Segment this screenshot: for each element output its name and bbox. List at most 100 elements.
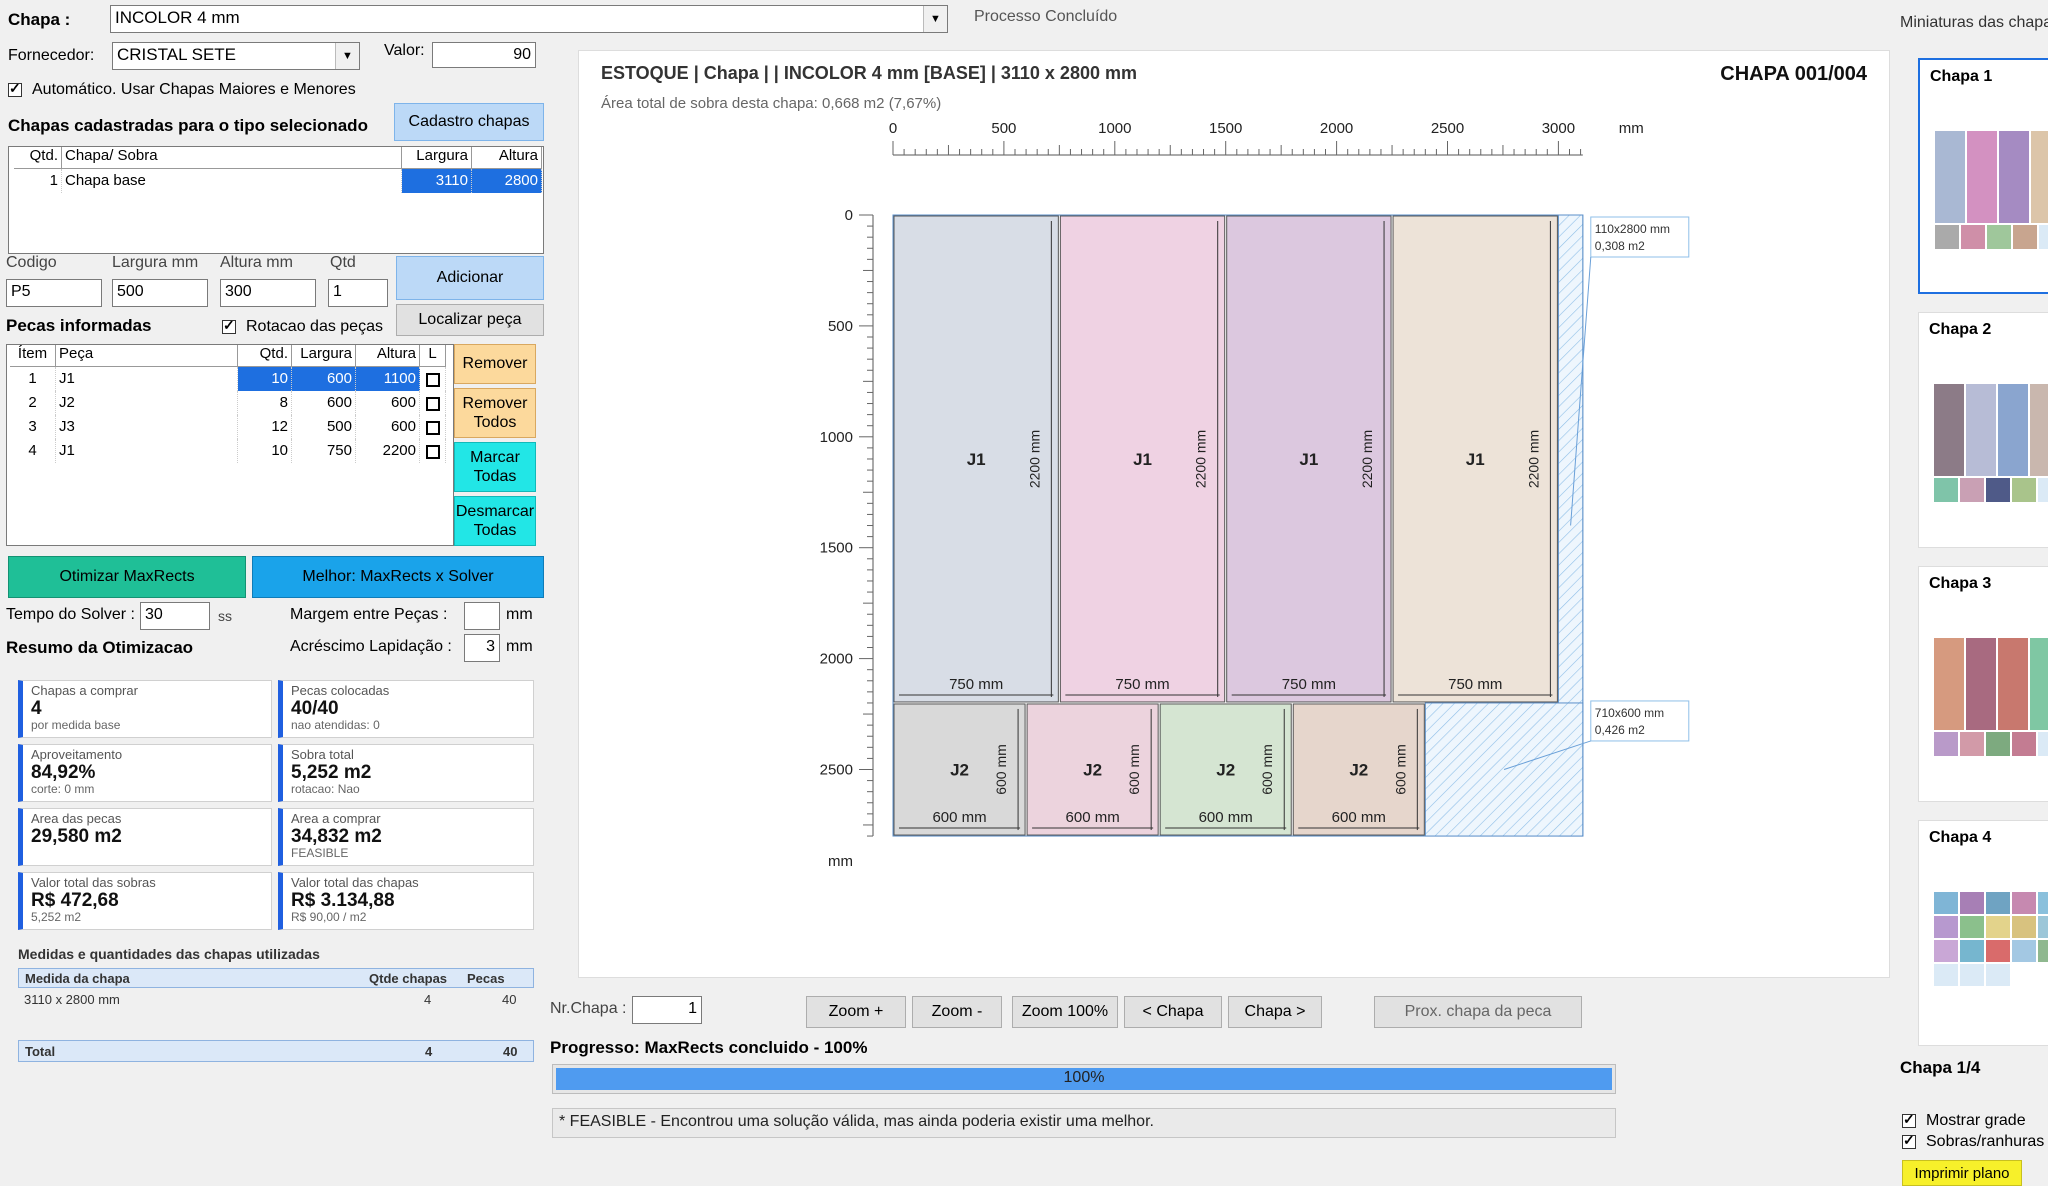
remover-todos-button[interactable]: Remover Todos	[454, 388, 536, 438]
medidas-cell-pecas: 40	[502, 992, 517, 1007]
imprimir-plano-button[interactable]: Imprimir plano	[1902, 1160, 2022, 1186]
prox-chapa-peca-button[interactable]: Prox. chapa da peca	[1374, 996, 1582, 1028]
margem-input[interactable]	[464, 602, 500, 630]
cell-peca: J2	[56, 391, 238, 415]
checkbox-icon[interactable]	[425, 421, 440, 435]
thumb-chapa-2[interactable]: Chapa 2	[1918, 312, 2048, 548]
cadastro-chapas-button[interactable]: Cadastro chapas	[394, 103, 544, 141]
auto-checkbox[interactable]	[8, 80, 22, 102]
checkbox-icon[interactable]	[425, 397, 440, 411]
desmarcar-todas-button[interactable]: Desmarcar Todas	[454, 496, 536, 546]
cell-altura: 600	[356, 415, 420, 439]
checkbox-checked-icon[interactable]	[1902, 1132, 1916, 1149]
col-l[interactable]: L	[420, 345, 446, 367]
otimizar-maxrects-button[interactable]: Otimizar MaxRects	[8, 556, 246, 598]
thumb-chapa-1[interactable]: Chapa 1	[1918, 58, 2048, 294]
checkbox-checked-icon[interactable]	[8, 80, 22, 97]
acrescimo-input[interactable]: 3	[464, 634, 500, 662]
checkbox-checked-icon[interactable]	[1902, 1111, 1916, 1128]
zoom-out-button[interactable]: Zoom -	[912, 996, 1002, 1028]
chevron-down-icon[interactable]: ▼	[923, 6, 947, 32]
thumb-piece	[1959, 915, 1985, 939]
thumb-piece	[1959, 731, 1985, 757]
table-row[interactable]: 2 J2 8 600 600	[10, 391, 453, 415]
thumb-piece	[1960, 224, 1986, 250]
adicionar-button[interactable]: Adicionar	[396, 256, 544, 300]
checkbox-checked-icon[interactable]	[222, 317, 236, 334]
card-sub: 5,252 m2	[31, 910, 82, 924]
tempo-solver-input[interactable]: 30	[140, 602, 210, 630]
col-largura[interactable]: Largura	[402, 147, 472, 169]
thumb-chapa-4[interactable]: Chapa 4	[1918, 820, 2048, 1046]
piece-height-label: 2200 mm	[1193, 430, 1209, 488]
cell-item: 4	[10, 439, 56, 463]
chapa-combo[interactable]: INCOLOR 4 mm ▼	[110, 5, 948, 33]
melhor-maxrects-solver-button[interactable]: Melhor: MaxRects x Solver	[252, 556, 544, 598]
largura-input[interactable]: 500	[112, 279, 208, 307]
col-peca[interactable]: Peça	[56, 345, 238, 367]
col-qtd[interactable]: Qtd.	[14, 147, 62, 169]
piece-height-label: 600 mm	[993, 744, 1009, 795]
cell-largura: 3110	[402, 169, 472, 193]
card-sub: por medida base	[31, 718, 121, 732]
cell-l[interactable]	[420, 415, 446, 439]
medidas-total-label: Total	[25, 1044, 56, 1059]
rotacao-checkbox[interactable]	[222, 317, 236, 339]
piece-name: J2	[1216, 761, 1235, 780]
cell-l[interactable]	[420, 367, 446, 391]
col-largura[interactable]: Largura	[292, 345, 356, 367]
cell-l[interactable]	[420, 391, 446, 415]
zoom-in-button[interactable]: Zoom +	[806, 996, 906, 1028]
tempo-solver-label: Tempo do Solver :	[6, 606, 135, 623]
sobras-checkbox[interactable]	[1902, 1132, 1916, 1154]
thumb-scrap	[2037, 731, 2048, 757]
next-chapa-button[interactable]: Chapa >	[1228, 996, 1322, 1028]
col-item[interactable]: Ítem	[10, 345, 56, 367]
medidas-total-pecas: 40	[503, 1044, 518, 1059]
zoom-100-button[interactable]: Zoom 100%	[1012, 996, 1118, 1028]
table-row[interactable]: 1 Chapa base 3110 2800	[14, 169, 543, 193]
localizar-peca-button[interactable]: Localizar peça	[396, 304, 544, 336]
thumb-title: Chapa 1	[1930, 68, 1993, 85]
checkbox-icon[interactable]	[425, 445, 440, 459]
valor-input[interactable]: 90	[432, 42, 536, 68]
cell-altura: 1100	[356, 367, 420, 391]
thumbs-title: Miniaturas das chapas	[1900, 14, 2048, 31]
thumb-piece	[1933, 477, 1959, 503]
cell-qtd: 12	[238, 415, 292, 439]
fornecedor-combo[interactable]: CRISTAL SETE ▼	[112, 42, 360, 70]
table-row[interactable]: 4 J1 10 750 2200	[10, 439, 453, 463]
thumb-scrap	[1933, 963, 1959, 987]
table-row[interactable]: 3 J3 12 500 600	[10, 415, 453, 439]
cutting-plan-panel[interactable]: ESTOQUE | Chapa | | INCOLOR 4 mm [BASE] …	[578, 50, 1890, 978]
checkbox-icon[interactable]	[425, 373, 440, 387]
nr-chapa-input[interactable]: 1	[632, 996, 702, 1024]
codigo-input[interactable]: P5	[6, 279, 102, 307]
marcar-todas-button[interactable]: Marcar Todas	[454, 442, 536, 492]
col-chapa[interactable]: Chapa/ Sobra	[62, 147, 402, 169]
piece-name: J1	[967, 450, 986, 469]
tempo-solver-unit: ss	[218, 608, 232, 624]
medidas-cell-qtde: 4	[424, 992, 432, 1007]
cell-l[interactable]	[420, 439, 446, 463]
col-qtd[interactable]: Qtd.	[238, 345, 292, 367]
thumb-chapa-3[interactable]: Chapa 3	[1918, 566, 2048, 802]
thumb-preview	[1933, 637, 2048, 757]
progress-label: Progresso: MaxRects concluido - 100%	[550, 1038, 868, 1057]
scrap-label-area: 0,426 m2	[1595, 723, 1645, 737]
process-status: Processo Concluído	[974, 8, 1118, 25]
pecas-title: Pecas informadas	[6, 316, 152, 335]
thumb-piece	[1934, 130, 1966, 224]
col-altura[interactable]: Altura	[472, 147, 542, 169]
altura-input[interactable]: 300	[220, 279, 316, 307]
remover-button[interactable]: Remover	[454, 344, 536, 384]
cutting-plan-canvas[interactable]: 0 500 1000 1500 2000 2500 3000 mm 0 500 1000 1500 20…	[579, 51, 1889, 977]
prev-chapa-button[interactable]: < Chapa	[1124, 996, 1222, 1028]
mostrar-grade-checkbox[interactable]	[1902, 1111, 1916, 1133]
piece-name: J1	[1133, 450, 1152, 469]
qtd-input[interactable]: 1	[328, 279, 388, 307]
chevron-down-icon[interactable]: ▼	[335, 43, 359, 69]
table-row[interactable]: 1 J1 10 600 1100	[10, 367, 453, 391]
col-altura[interactable]: Altura	[356, 345, 420, 367]
thumb-preview	[1933, 891, 2048, 987]
